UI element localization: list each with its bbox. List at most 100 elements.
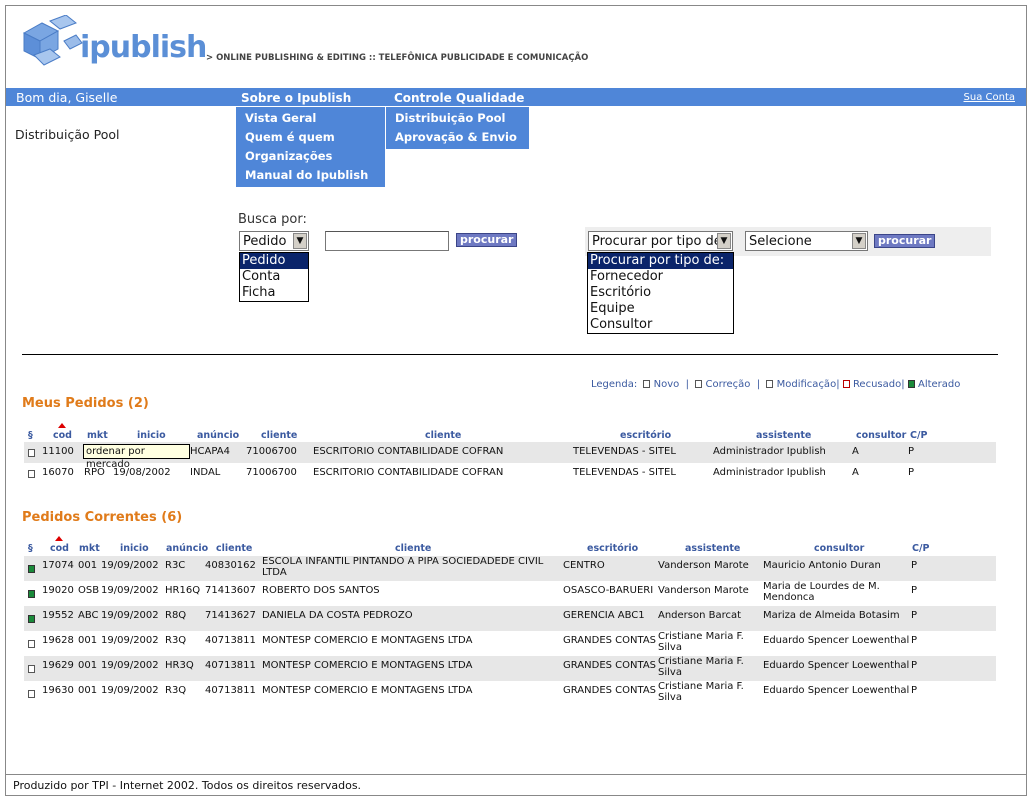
header-cod[interactable]: cod	[53, 430, 72, 441]
header-anuncio[interactable]: anúncio	[197, 430, 239, 441]
menu-item-distribuicao-pool[interactable]: Distribuição Pool	[386, 109, 529, 128]
option-pedido[interactable]: Pedido	[240, 253, 308, 269]
tagline: > ONLINE PUBLISHING & EDITING :: TELEFÔN…	[206, 53, 589, 63]
new-icon	[28, 469, 35, 478]
header-cp[interactable]: C/P	[912, 543, 929, 554]
header-cliente-id[interactable]: cliente	[261, 430, 297, 441]
header-escritorio[interactable]: escritório	[620, 430, 671, 441]
header-status[interactable]: §	[28, 430, 33, 441]
cell-cod: 17074	[42, 560, 74, 571]
table-row[interactable]: 19630 001 19/09/2002 R3Q 40713811 MONTESP COM…	[24, 681, 996, 706]
header-cliente[interactable]: cliente	[425, 430, 461, 441]
cell-consultor: Eduardo Spencer Loewenthal	[763, 635, 910, 646]
option-ficha[interactable]: Ficha	[240, 285, 308, 301]
legend-label: Legenda:	[591, 379, 638, 390]
menu-item-vista-geral[interactable]: Vista Geral	[236, 109, 385, 128]
option-consultor[interactable]: Consultor	[588, 317, 733, 333]
menu-item-organizacoes[interactable]: Organizações	[236, 147, 385, 166]
cell-anuncio: R8Q	[165, 610, 187, 621]
cell-cp: P	[911, 560, 918, 571]
header-cod[interactable]: cod	[50, 543, 69, 554]
new-icon	[28, 689, 35, 698]
option-conta[interactable]: Conta	[240, 269, 308, 285]
option-equipe[interactable]: Equipe	[588, 301, 733, 317]
cell-cp: P	[911, 660, 918, 671]
header-cliente-id[interactable]: cliente	[216, 543, 252, 554]
cell-cliente: MONTESP COMERCIO E MONTAGENS LTDA	[262, 635, 473, 646]
header-inicio[interactable]: inicio	[137, 430, 166, 441]
table-row[interactable]: 19629 001 19/09/2002 HR3Q 40713811 MONTESP CO…	[24, 656, 996, 681]
header-inicio[interactable]: inicio	[120, 543, 149, 554]
logo-text: ipublish	[80, 30, 207, 65]
cell-mkt: ABC	[78, 610, 99, 621]
sua-conta-link[interactable]: Sua Conta	[964, 92, 1015, 103]
table-row[interactable]: 19020 OSB 19/09/2002 HR16Q 71413607 ROBERTO D…	[24, 581, 996, 606]
cell-cp: P	[911, 685, 918, 696]
modification-icon	[766, 380, 774, 388]
menu-item-manual[interactable]: Manual do Ipublish	[236, 166, 385, 185]
altered-icon	[28, 614, 35, 623]
table-row[interactable]: 16070 RPO 19/08/2002 INDAL 71006700 ESCRITORI…	[24, 463, 996, 484]
cell-cod: 19630	[42, 685, 74, 696]
header-cp[interactable]: C/P	[910, 430, 927, 441]
cell-inicio: 19/09/2002	[101, 685, 159, 696]
cell-cp: P	[911, 610, 918, 621]
option-fornecedor[interactable]: Fornecedor	[588, 269, 733, 285]
search-input[interactable]	[325, 231, 449, 251]
header-anuncio[interactable]: anúncio	[166, 543, 208, 554]
cell-anuncio: R3Q	[165, 635, 187, 646]
type-select[interactable]: Procurar por tipo de: ▼	[588, 231, 733, 251]
new-icon	[643, 380, 651, 388]
search-button[interactable]: procurar	[456, 233, 518, 247]
option-escritorio[interactable]: Escritório	[588, 285, 733, 301]
cell-consultor: Mariza de Almeida Botasim	[763, 610, 900, 621]
search-field-select[interactable]: Pedido ▼	[239, 231, 309, 251]
table-row[interactable]: 17074 001 19/09/2002 R3C 40830162 ESCOLA INFA…	[24, 556, 996, 581]
altered-icon	[28, 564, 35, 573]
type-search-button[interactable]: procurar	[874, 234, 936, 248]
menu-sobre-ipublish[interactable]: Sobre o Ipublish	[241, 91, 351, 105]
header-status[interactable]: §	[28, 543, 33, 554]
cell-consultor: Eduardo Spencer Loewenthal	[763, 660, 910, 671]
cell-inicio: 19/09/2002	[101, 660, 159, 671]
cell-cliente: MONTESP COMERCIO E MONTAGENS LTDA	[262, 685, 473, 696]
cell-cliente-id: 40713811	[205, 635, 256, 646]
selecione-select[interactable]: Selecione ▼	[745, 231, 868, 251]
menu-item-aprovacao-envio[interactable]: Aprovação & Envio	[386, 128, 529, 147]
header-consultor[interactable]: consultor	[814, 543, 864, 554]
menu-item-quem-e-quem[interactable]: Quem é quem	[236, 128, 385, 147]
header-mkt[interactable]: mkt	[87, 430, 108, 441]
footer-divider	[6, 774, 1026, 775]
sort-arrow-icon	[55, 536, 63, 541]
header-assistente[interactable]: assistente	[685, 543, 740, 554]
sobre-dropdown: Vista Geral Quem é quem Organizações Man…	[236, 107, 385, 187]
new-icon	[28, 664, 35, 673]
menu-controle-qualidade[interactable]: Controle Qualidade	[394, 91, 524, 105]
cell-consultor: Mauricio Antonio Duran	[763, 560, 881, 571]
cell-cod: 19629	[42, 660, 74, 671]
cell-escritorio: TELEVENDAS - SITEL	[573, 446, 676, 457]
cell-cliente: ESCRITORIO CONTABILIDADE COFRAN	[313, 446, 504, 457]
header-cliente[interactable]: cliente	[395, 543, 431, 554]
cell-cliente-id: 71006700	[246, 446, 297, 457]
cell-mkt: 001	[78, 660, 98, 671]
cell-cliente: ESCRITORIO CONTABILIDADE COFRAN	[313, 467, 504, 478]
page-title: Distribuição Pool	[15, 127, 120, 142]
header-mkt[interactable]: mkt	[79, 543, 100, 554]
legend: Legenda: Novo | Correção | Modificação| …	[591, 379, 961, 390]
cell-anuncio: HCAPA4	[190, 446, 230, 457]
header-consultor[interactable]: consultor	[856, 430, 906, 441]
cell-assistente: Cristiane Maria F. Silva	[658, 631, 744, 653]
correction-icon	[28, 448, 35, 457]
cell-cliente-id: 71413627	[205, 610, 256, 621]
table-row[interactable]: 19628 001 19/09/2002 R3Q 40713811 MONTESP COM…	[24, 631, 996, 656]
table-row[interactable]: 19552 ABC 19/09/2002 R8Q 71413627 DANIELA DA …	[24, 606, 996, 631]
chevron-down-icon: ▼	[852, 233, 866, 249]
cell-assistente: Administrador Ipublish	[713, 446, 826, 457]
new-icon	[28, 639, 35, 648]
legend-recusado: Recusado	[852, 379, 902, 390]
option-procurar-tipo[interactable]: Procurar por tipo de:	[588, 253, 733, 269]
header-assistente[interactable]: assistente	[756, 430, 811, 441]
cell-cliente: DANIELA DA COSTA PEDROZO	[262, 610, 413, 621]
header-escritorio[interactable]: escritório	[587, 543, 638, 554]
